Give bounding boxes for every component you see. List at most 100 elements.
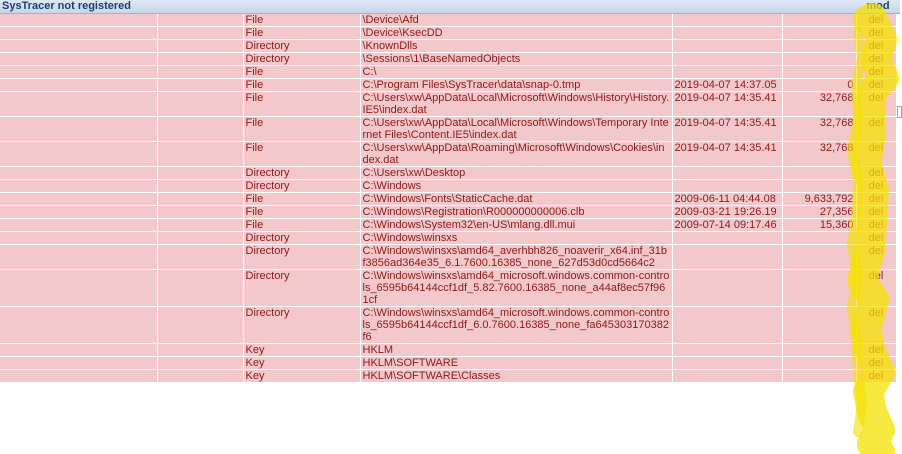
- cell-path: \KnownDlls: [360, 39, 673, 53]
- table-row[interactable]: Directory C:\Users\xw\Desktop del: [0, 166, 897, 180]
- cell-action[interactable]: del: [856, 179, 897, 193]
- cell-action[interactable]: del: [856, 205, 897, 219]
- cell-path: C:\Program Files\SysTracer\data\snap-0.t…: [360, 78, 673, 92]
- cell-date: [672, 166, 783, 180]
- cell-size: [782, 179, 857, 193]
- cell-path: C:\Windows\Registration\R000000000006.cl…: [360, 205, 673, 219]
- cell-size: [782, 306, 857, 344]
- mod-column-header[interactable]: mod: [858, 0, 898, 13]
- column-header-bar: SysTracer not registered mod: [0, 0, 900, 14]
- cell-action[interactable]: del: [856, 244, 897, 270]
- cell-empty-2: [157, 306, 244, 344]
- table-row[interactable]: File C:\ del: [0, 65, 897, 79]
- table-row[interactable]: Key HKLM del: [0, 343, 897, 357]
- cell-action[interactable]: del: [856, 116, 897, 142]
- cell-path: C:\Windows\System32\en-US\mlang.dll.mui: [360, 218, 673, 232]
- cell-date: [672, 269, 783, 307]
- table-row[interactable]: File C:\Users\xw\AppData\Local\Microsoft\…: [0, 116, 897, 142]
- changes-table: File \Device\Afd del File \Device\KsecDD del D…: [0, 14, 897, 383]
- cell-empty-2: [157, 244, 244, 270]
- cell-action[interactable]: del: [856, 65, 897, 79]
- cell-path: HKLM\SOFTWARE: [360, 356, 673, 370]
- cell-empty-1: [0, 116, 158, 142]
- cell-path: \Device\Afd: [360, 14, 673, 27]
- cell-action[interactable]: del: [856, 39, 897, 53]
- cell-path: C:\Windows\winsxs: [360, 231, 673, 245]
- cell-empty-2: [157, 116, 244, 142]
- table-row[interactable]: File \Device\Afd del: [0, 14, 897, 27]
- cell-date: [672, 356, 783, 370]
- cell-empty-2: [157, 369, 244, 383]
- cell-action[interactable]: del: [856, 306, 897, 344]
- table-row[interactable]: File C:\Windows\Fonts\StaticCache.dat 2009…: [0, 192, 897, 206]
- cell-empty-1: [0, 52, 158, 66]
- cell-action[interactable]: del: [856, 78, 897, 92]
- cell-empty-1: [0, 179, 158, 193]
- table-row[interactable]: Directory C:\Windows\winsxs\amd64_microso…: [0, 269, 897, 307]
- cell-type: Directory: [243, 166, 361, 180]
- cell-empty-2: [157, 52, 244, 66]
- scroll-arrow-icon[interactable]: [897, 106, 902, 118]
- cell-path: C:\Windows\winsxs\amd64_microsoft.window…: [360, 306, 673, 344]
- table-row[interactable]: Key HKLM\SOFTWARE\Classes del: [0, 369, 897, 383]
- cell-action[interactable]: del: [856, 91, 897, 117]
- cell-empty-2: [157, 269, 244, 307]
- cell-empty-1: [0, 343, 158, 357]
- cell-action[interactable]: del: [856, 356, 897, 370]
- cell-empty-2: [157, 91, 244, 117]
- cell-date: [672, 179, 783, 193]
- table-row[interactable]: File C:\Users\xw\AppData\Roaming\Microsof…: [0, 141, 897, 167]
- cell-size: [782, 39, 857, 53]
- cell-empty-1: [0, 26, 158, 40]
- cell-date: 2019-04-07 14:35.41: [672, 91, 783, 117]
- table-row[interactable]: Directory C:\Windows del: [0, 179, 897, 193]
- table-row[interactable]: File \Device\KsecDD del: [0, 26, 897, 40]
- cell-empty-1: [0, 91, 158, 117]
- cell-type: File: [243, 65, 361, 79]
- table-row[interactable]: File C:\Users\xw\AppData\Local\Microsoft\…: [0, 91, 897, 117]
- table-row[interactable]: Directory \Sessions\1\BaseNamedObjects del: [0, 52, 897, 66]
- cell-size: 9,633,792: [782, 192, 857, 206]
- cell-size: [782, 244, 857, 270]
- cell-action[interactable]: del: [856, 192, 897, 206]
- cell-action[interactable]: del: [856, 343, 897, 357]
- table-row[interactable]: Directory \KnownDlls del: [0, 39, 897, 53]
- cell-type: Key: [243, 343, 361, 357]
- cell-path: C:\Users\xw\AppData\Roaming\Microsoft\Wi…: [360, 141, 673, 167]
- cell-action[interactable]: del: [856, 369, 897, 383]
- table-row[interactable]: Directory C:\Windows\winsxs\amd64_microso…: [0, 306, 897, 344]
- cell-size: [782, 369, 857, 383]
- cell-action[interactable]: del: [856, 52, 897, 66]
- cell-type: Directory: [243, 39, 361, 53]
- cell-empty-2: [157, 192, 244, 206]
- cell-date: [672, 39, 783, 53]
- cell-action[interactable]: del: [856, 218, 897, 232]
- cell-date: 2009-03-21 19:26.19: [672, 205, 783, 219]
- cell-size: [782, 231, 857, 245]
- cell-date: [672, 244, 783, 270]
- table-body: File \Device\Afd del File \Device\KsecDD del D…: [0, 14, 897, 383]
- cell-path: HKLM\SOFTWARE\Classes: [360, 369, 673, 383]
- table-row[interactable]: File C:\Windows\Registration\R00000000000…: [0, 205, 897, 219]
- cell-action[interactable]: del: [856, 26, 897, 40]
- cell-empty-2: [157, 179, 244, 193]
- table-row[interactable]: Key HKLM\SOFTWARE del: [0, 356, 897, 370]
- cell-type: File: [243, 91, 361, 117]
- table-row[interactable]: Directory C:\Windows\winsxs del: [0, 231, 897, 245]
- cell-action[interactable]: del: [856, 14, 897, 27]
- cell-action[interactable]: del: [856, 231, 897, 245]
- cell-type: Key: [243, 356, 361, 370]
- table-row[interactable]: Directory C:\Windows\winsxs\amd64_averhbh…: [0, 244, 897, 270]
- cell-path: C:\Windows\winsxs\amd64_averhbh826_noave…: [360, 244, 673, 270]
- cell-empty-2: [157, 141, 244, 167]
- cell-path: \Sessions\1\BaseNamedObjects: [360, 52, 673, 66]
- cell-date: 2019-04-07 14:37.05: [672, 78, 783, 92]
- cell-empty-1: [0, 78, 158, 92]
- cell-action[interactable]: del: [856, 166, 897, 180]
- table-row[interactable]: File C:\Program Files\SysTracer\data\snap…: [0, 78, 897, 92]
- table-row[interactable]: File C:\Windows\System32\en-US\mlang.dll.…: [0, 218, 897, 232]
- cell-action[interactable]: del: [856, 269, 897, 307]
- cell-action[interactable]: del: [856, 141, 897, 167]
- cell-date: [672, 306, 783, 344]
- cell-empty-1: [0, 269, 158, 307]
